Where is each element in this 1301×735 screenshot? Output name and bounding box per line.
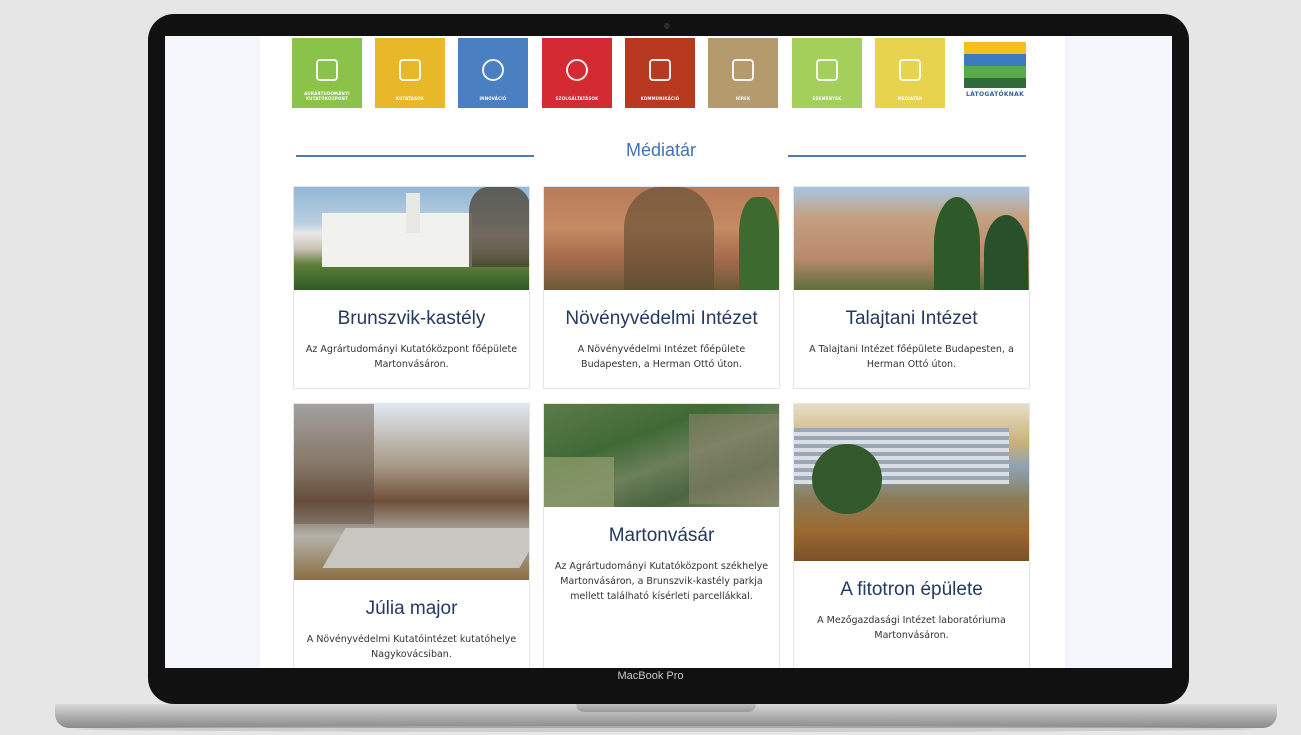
card-photo (294, 187, 529, 290)
nav-tile-szolgaltatasok[interactable]: SZOLGÁLTATÁSOK (542, 38, 612, 108)
card-title: Júlia major (365, 598, 458, 619)
lightbulb-icon (482, 59, 504, 81)
laptop-screen: AGRÁRTUDOMÁNYI KUTATÓKÖZPONT KUTATÁSOK I… (165, 36, 1172, 668)
landscape-icon (316, 59, 338, 81)
card-title: Talajtani Intézet (845, 308, 978, 329)
nav-tile-label: AGRÁRTUDOMÁNYI KUTATÓKÖZPONT (304, 91, 350, 101)
card-description: Az Agrártudományi Kutatóközpont főépület… (305, 344, 518, 370)
section-title: Médiatár (625, 140, 697, 160)
logo-label: LÁTOGATÓKNAK (965, 91, 1025, 98)
laptop-base (55, 704, 1277, 728)
laptop-shadow (75, 726, 1257, 732)
card-description: A Talajtani Intézet főépülete Budapesten… (809, 344, 1014, 370)
card-title: Martonvásár (608, 525, 715, 546)
web-page: AGRÁRTUDOMÁNYI KUTATÓKÖZPONT KUTATÁSOK I… (260, 36, 1065, 668)
media-card[interactable]: Júlia major A Növényvédelmi Kutatóintéze… (293, 403, 530, 668)
nav-tile-label: ESEMÉNYEK (812, 96, 842, 101)
latogatoknak-logo[interactable]: LÁTOGATÓKNAK (964, 42, 1026, 104)
media-card[interactable]: Brunszvik-kastély Az Agrártudományi Kuta… (293, 186, 530, 389)
card-description: A Növényvédelmi Kutatóintézet kutatóhely… (306, 634, 517, 660)
laptop-notch (576, 704, 756, 712)
nav-tile-esemenyek[interactable]: ESEMÉNYEK (792, 38, 862, 108)
microscope-icon (399, 59, 421, 81)
card-photo (794, 187, 1029, 290)
nav-tile-innovacio[interactable]: INNOVÁCIÓ (458, 38, 528, 108)
card-photo (294, 404, 529, 580)
camera-dot (664, 23, 670, 29)
calendar-icon (816, 59, 838, 81)
target-icon (566, 59, 588, 81)
nav-tile-label: SZOLGÁLTATÁSOK (555, 96, 599, 101)
nav-tile-label: MÉDIATÁR (897, 96, 923, 101)
card-description: A Mezőgazdasági Intézet laboratóriuma Ma… (817, 615, 1006, 641)
card-photo (794, 404, 1029, 561)
device-label: MacBook Pro (617, 670, 684, 682)
nav-tile-mediatar[interactable]: MÉDIATÁR (875, 38, 945, 108)
nav-tile-hirek[interactable]: HÍREK (708, 38, 778, 108)
card-description: A Növényvédelmi Intézet főépülete Budape… (577, 344, 746, 370)
image-icon (899, 59, 921, 81)
divider (788, 155, 1026, 157)
card-title: A fitotron épülete (840, 579, 983, 600)
nav-tile-kutatasok[interactable]: KUTATÁSOK (375, 38, 445, 108)
document-icon (732, 59, 754, 81)
media-card[interactable]: Növényvédelmi Intézet A Növényvédelmi In… (543, 186, 780, 389)
nav-tile-agrartudomanyi[interactable]: AGRÁRTUDOMÁNYI KUTATÓKÖZPONT (292, 38, 362, 108)
card-photo (544, 187, 779, 290)
nav-tile-label: KOMMUNIKÁCIÓ (640, 96, 680, 101)
nav-tile-bar: AGRÁRTUDOMÁNYI KUTATÓKÖZPONT KUTATÁSOK I… (292, 38, 1032, 108)
card-photo (544, 404, 779, 507)
media-card[interactable]: Talajtani Intézet A Talajtani Intézet fő… (793, 186, 1030, 389)
nav-tile-label: KUTATÁSOK (395, 96, 425, 101)
laptop-lid: AGRÁRTUDOMÁNYI KUTATÓKÖZPONT KUTATÁSOK I… (148, 14, 1189, 704)
chat-icon (649, 59, 671, 81)
media-card[interactable]: Martonvásár Az Agrártudományi Kutatóközp… (543, 403, 780, 668)
nav-tile-label: HÍREK (735, 96, 751, 101)
nav-tile-kommunikacio[interactable]: KOMMUNIKÁCIÓ (625, 38, 695, 108)
nav-tile-label: INNOVÁCIÓ (479, 96, 507, 101)
card-title: Növényvédelmi Intézet (565, 308, 758, 329)
media-card[interactable]: A fitotron épülete A Mezőgazdasági Intéz… (793, 403, 1030, 668)
card-title: Brunszvik-kastély (337, 308, 486, 329)
section-heading: Médiatár (296, 140, 1026, 164)
card-description: Az Agrártudományi Kutatóközpont székhely… (554, 561, 769, 602)
